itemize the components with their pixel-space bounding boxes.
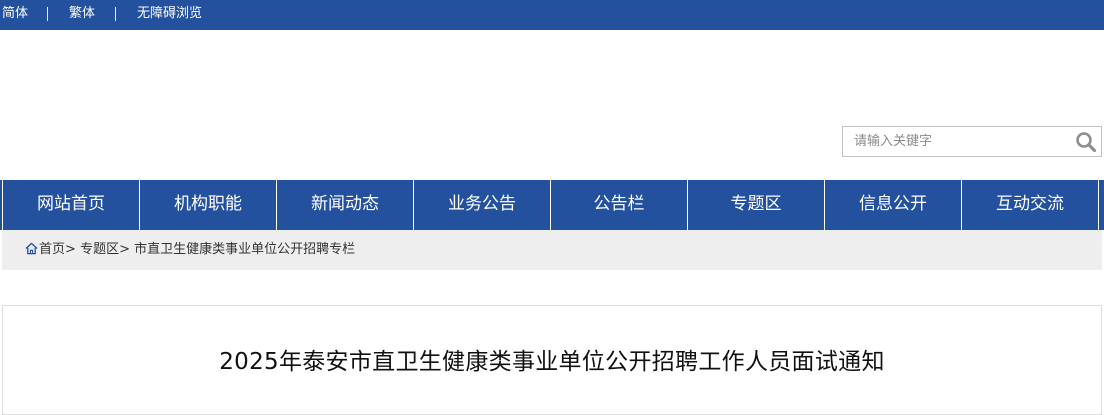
accessible-browsing-link[interactable]: 无障碍浏览: [137, 5, 202, 23]
nav-item-interaction[interactable]: 互动交流: [962, 180, 1098, 230]
nav-item-information-disclosure[interactable]: 信息公开: [825, 180, 961, 230]
search-input[interactable]: [843, 127, 1069, 156]
traditional-chinese-link[interactable]: 繁体: [69, 5, 95, 23]
home-icon: [25, 242, 38, 255]
nav-item-business-announcements[interactable]: 业务公告: [414, 180, 550, 230]
breadcrumb-separator: >: [65, 242, 76, 257]
simplified-chinese-link[interactable]: 简体: [2, 5, 28, 23]
article-container: 2025年泰安市直卫生健康类事业单位公开招聘工作人员面试通知: [2, 305, 1102, 415]
article-title: 2025年泰安市直卫生健康类事业单位公开招聘工作人员面试通知: [219, 349, 885, 375]
breadcrumb-special-topics-link[interactable]: 专题区: [80, 242, 119, 257]
search-icon[interactable]: [1074, 130, 1098, 154]
breadcrumb-separator: >: [119, 242, 130, 257]
main-navigation: 网站首页 机构职能 新闻动态 业务公告 公告栏 专题区 信息公开 互动交流: [0, 180, 1104, 230]
nav-item-bulletin-board[interactable]: 公告栏: [551, 180, 687, 230]
top-utility-bar: 简体 繁体 无障碍浏览: [0, 0, 1104, 30]
nav-item-special-topics[interactable]: 专题区: [688, 180, 824, 230]
nav-item-news[interactable]: 新闻动态: [277, 180, 413, 230]
nav-item-home[interactable]: 网站首页: [3, 180, 139, 230]
breadcrumb-bar: 首页> 专题区> 市直卫生健康类事业单位公开招聘专栏: [2, 230, 1102, 270]
topbar-separator: [115, 7, 116, 21]
breadcrumb-current-column-link[interactable]: 市直卫生健康类事业单位公开招聘专栏: [134, 242, 355, 257]
breadcrumb: 首页> 专题区> 市直卫生健康类事业单位公开招聘专栏: [25, 241, 355, 259]
search-box: [842, 126, 1102, 157]
nav-divider: [1098, 180, 1099, 230]
breadcrumb-home-link[interactable]: 首页: [39, 242, 65, 257]
nav-item-organization-functions[interactable]: 机构职能: [140, 180, 276, 230]
topbar-separator: [47, 7, 48, 21]
